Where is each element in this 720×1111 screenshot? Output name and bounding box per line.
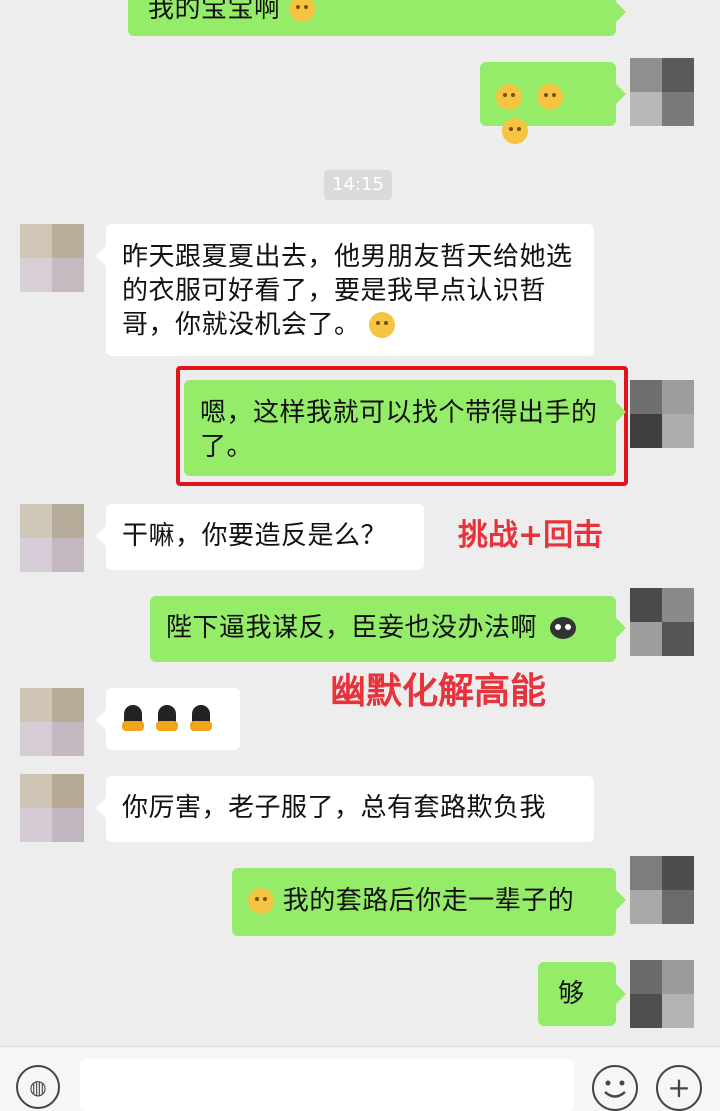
- input-toolbar: ◍ +: [0, 1046, 720, 1111]
- avatar-contact[interactable]: [20, 774, 84, 842]
- message-bubble-outgoing[interactable]: 我的套路后你走一辈子的: [232, 868, 626, 936]
- message-text: 干嘛，你要造反是么？: [122, 521, 388, 551]
- message-text: 昨天跟夏夏出去，他男朋友哲天给她选的衣服可好看了，要是我早点认识哲哥，你就没机会…: [122, 242, 573, 340]
- message-bubble-outgoing[interactable]: 陛下逼我谋反，臣妾也没办法啊: [150, 596, 626, 662]
- message-text: 嗯，这样我就可以找个带得出手的了。: [200, 398, 598, 462]
- message-text: 我的套路后你走一辈子的: [282, 886, 575, 916]
- clap-emoji-icon: [496, 84, 522, 110]
- smile-icon: [604, 1080, 626, 1098]
- message-bubble-outgoing[interactable]: 我的宝宝啊: [128, 0, 626, 36]
- plus-icon[interactable]: +: [656, 1065, 702, 1111]
- message-bubble-outgoing[interactable]: 够: [538, 962, 626, 1026]
- clap-emoji-icon: [536, 84, 563, 110]
- laugh-cry-emoji-icon: [248, 888, 274, 914]
- timestamp: 14:15: [324, 170, 392, 200]
- clap-emoji-icon: [502, 118, 528, 144]
- avatar-self[interactable]: [630, 380, 694, 448]
- sticker-icon[interactable]: [592, 1065, 638, 1111]
- avatar-contact[interactable]: [20, 224, 84, 292]
- message-bubble-incoming[interactable]: 昨天跟夏夏出去，他男朋友哲天给她选的衣服可好看了，要是我早点认识哲哥，你就没机会…: [96, 224, 594, 356]
- message-bubble-incoming[interactable]: 你厉害，老子服了，总有套路欺负我: [96, 776, 594, 842]
- penguin-icon: [188, 705, 214, 733]
- message-bubble-outgoing[interactable]: 嗯，这样我就可以找个带得出手的了。: [184, 380, 626, 476]
- voice-icon[interactable]: ◍: [16, 1065, 60, 1109]
- avatar-self[interactable]: [630, 856, 694, 924]
- avatar-self[interactable]: [630, 588, 694, 656]
- avatar-self[interactable]: [630, 58, 694, 126]
- message-text: 你厉害，老子服了，总有套路欺负我: [122, 793, 547, 823]
- message-bubble-outgoing[interactable]: [480, 62, 626, 144]
- message-text: 陛下逼我谋反，臣妾也没办法啊: [166, 613, 538, 643]
- message-text: 够: [558, 979, 585, 1009]
- message-text: 我的宝宝啊: [148, 0, 281, 24]
- smirk-emoji-icon: [369, 312, 396, 338]
- message-bubble-incoming[interactable]: [96, 688, 240, 750]
- skull-emoji-icon: [549, 617, 576, 639]
- message-bubble-incoming[interactable]: 干嘛，你要造反是么？: [96, 504, 424, 570]
- annotation-humor: 幽默化解高能: [330, 671, 547, 712]
- grin-emoji-icon: [289, 0, 316, 22]
- avatar-self[interactable]: [630, 960, 694, 1028]
- message-input[interactable]: [80, 1059, 574, 1111]
- penguin-icon: [154, 705, 180, 733]
- penguin-icon: [120, 705, 146, 733]
- chat-area: 我的宝宝啊 14:15 昨天跟夏夏出去，他男朋友哲天给她选的衣服可好看了，要是我…: [0, 0, 720, 1046]
- avatar-contact[interactable]: [20, 504, 84, 572]
- annotation-challenge: 挑战+回击: [458, 518, 604, 553]
- avatar-contact[interactable]: [20, 688, 84, 756]
